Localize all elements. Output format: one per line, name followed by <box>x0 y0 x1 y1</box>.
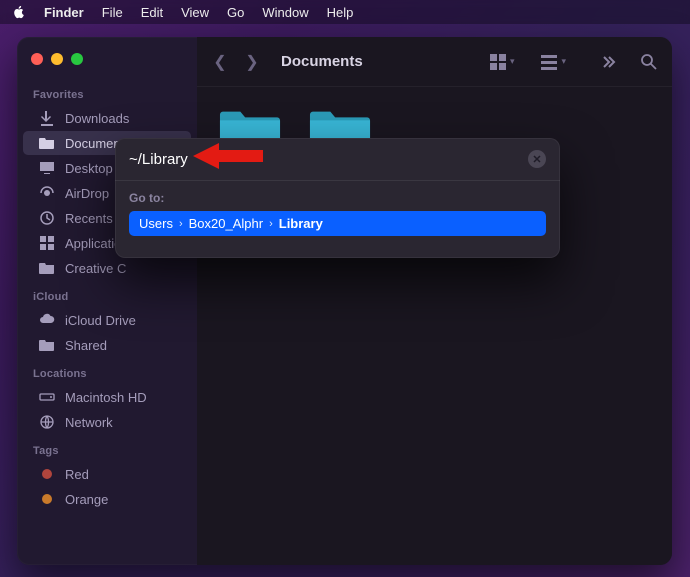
grid-icon <box>39 235 55 251</box>
menubar-app[interactable]: Finder <box>44 5 84 20</box>
menubar-go[interactable]: Go <box>227 5 244 20</box>
hd-icon <box>39 389 55 405</box>
close-icon[interactable]: ✕ <box>528 150 546 168</box>
tag-red-icon <box>39 466 55 482</box>
folder-icon <box>39 337 55 353</box>
airdrop-icon <box>39 185 55 201</box>
finder-window: Favorites Downloads Documents Desktop Ai… <box>17 37 672 565</box>
chevron-right-icon: › <box>177 218 185 230</box>
goto-label: Go to: <box>129 191 546 205</box>
sidebar-item-shared[interactable]: Shared <box>23 333 191 357</box>
sidebar-item-macintosh-hd[interactable]: Macintosh HD <box>23 385 191 409</box>
path-segment: Library <box>279 216 323 231</box>
goto-suggestion[interactable]: Users › Box20_Alphr › Library <box>129 211 546 236</box>
cloud-icon <box>39 312 55 328</box>
menubar-window[interactable]: Window <box>262 5 308 20</box>
apple-logo-icon[interactable] <box>12 5 26 19</box>
sidebar-item-label: AirDrop <box>65 186 109 201</box>
sidebar-item-tag-orange[interactable]: Orange <box>23 487 191 511</box>
sidebar-item-tag-red[interactable]: Red <box>23 462 191 486</box>
sidebar-section-locations: Locations <box>17 358 197 384</box>
close-window-button[interactable] <box>31 53 43 65</box>
sidebar-item-icloud-drive[interactable]: iCloud Drive <box>23 308 191 332</box>
clock-icon <box>39 210 55 226</box>
minimize-window-button[interactable] <box>51 53 63 65</box>
goto-dialog: ✕ Go to: Users › Box20_Alphr › Library <box>115 138 560 258</box>
tag-orange-icon <box>39 491 55 507</box>
sidebar: Favorites Downloads Documents Desktop Ai… <box>17 37 197 565</box>
sidebar-item-label: Desktop <box>65 161 113 176</box>
goto-input[interactable] <box>129 151 528 168</box>
chevron-right-icon: › <box>267 218 275 230</box>
download-icon <box>39 110 55 126</box>
sidebar-item-label: Orange <box>65 492 108 507</box>
menubar-file[interactable]: File <box>102 5 123 20</box>
menubar-help[interactable]: Help <box>327 5 354 20</box>
sidebar-item-label: Recents <box>65 211 113 226</box>
path-segment: Box20_Alphr <box>189 216 263 231</box>
sidebar-item-creative[interactable]: Creative C <box>23 256 191 280</box>
folder-icon <box>39 260 55 276</box>
menubar-view[interactable]: View <box>181 5 209 20</box>
sidebar-section-favorites: Favorites <box>17 79 197 105</box>
sidebar-item-label: Red <box>65 467 89 482</box>
sidebar-item-label: Creative C <box>65 261 126 276</box>
toolbar: ❮ ❯ Documents ▾ ▾ <box>197 37 672 87</box>
menubar: Finder File Edit View Go Window Help <box>0 0 690 24</box>
menubar-edit[interactable]: Edit <box>141 5 163 20</box>
forward-button[interactable]: ❯ <box>243 52 261 72</box>
search-button[interactable] <box>640 53 658 71</box>
folder-icon <box>39 135 55 151</box>
chevron-down-icon: ▾ <box>510 56 515 67</box>
sidebar-section-tags: Tags <box>17 435 197 461</box>
view-mode-button[interactable]: ▾ <box>489 53 515 71</box>
sidebar-item-downloads[interactable]: Downloads <box>23 106 191 130</box>
globe-icon <box>39 414 55 430</box>
sidebar-section-icloud: iCloud <box>17 281 197 307</box>
traffic-lights <box>17 49 197 79</box>
main-area: ❮ ❯ Documents ▾ ▾ <box>197 37 672 565</box>
sidebar-item-label: iCloud Drive <box>65 313 136 328</box>
sidebar-item-label: Network <box>65 415 113 430</box>
sidebar-item-label: Shared <box>65 338 107 353</box>
path-segment: Users <box>139 216 173 231</box>
window-title: Documents <box>281 53 363 70</box>
sidebar-item-label: Downloads <box>65 111 129 126</box>
back-button[interactable]: ❮ <box>211 52 229 72</box>
goto-header: ✕ <box>115 138 560 181</box>
sidebar-item-label: Macintosh HD <box>65 390 147 405</box>
overflow-button[interactable] <box>600 53 618 71</box>
sidebar-item-network[interactable]: Network <box>23 410 191 434</box>
zoom-window-button[interactable] <box>71 53 83 65</box>
group-button[interactable]: ▾ <box>540 53 566 71</box>
desktop-icon <box>39 160 55 176</box>
chevron-down-icon: ▾ <box>561 56 566 67</box>
